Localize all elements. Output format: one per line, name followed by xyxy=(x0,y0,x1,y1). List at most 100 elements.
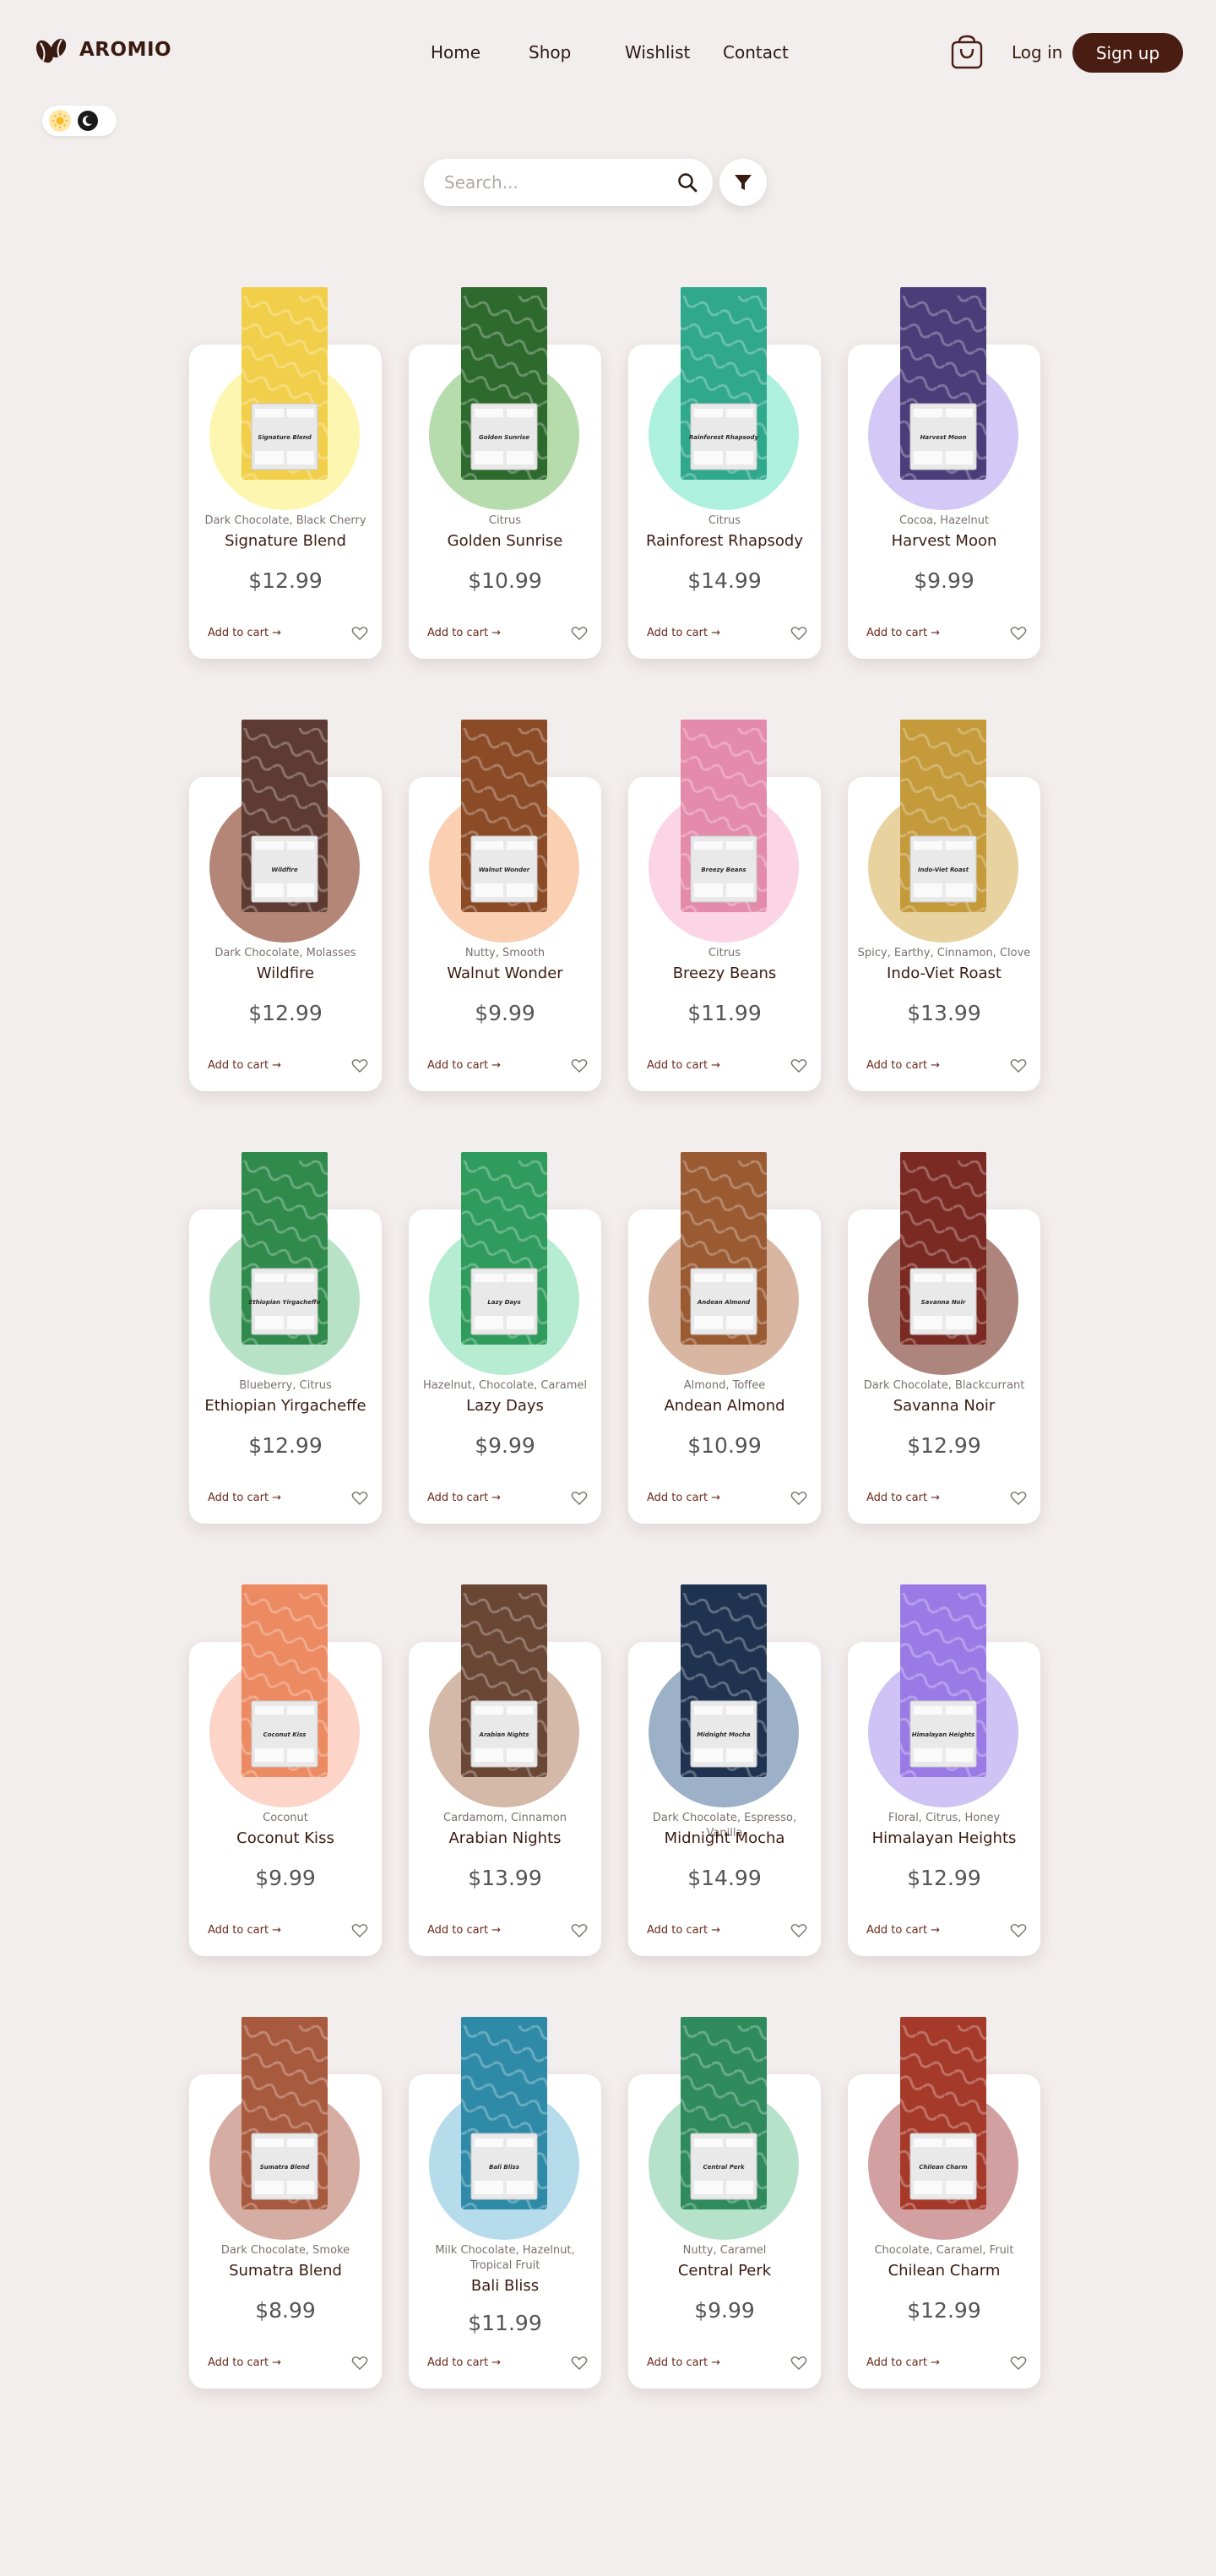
product-card[interactable]: Savanna Noir Dark Chocolate, Blackcurran… xyxy=(848,1152,1040,1524)
add-to-cart-button[interactable]: Add to cart → xyxy=(866,627,940,639)
add-to-cart-button[interactable]: Add to cart → xyxy=(427,1492,501,1504)
heart-icon[interactable] xyxy=(351,626,368,641)
product-card[interactable]: Andean Almond Almond, Toffee Andean Almo… xyxy=(628,1152,821,1524)
product-card[interactable]: Lazy Days Hazelnut, Chocolate, Caramel L… xyxy=(409,1152,601,1524)
product-card[interactable]: Wildfire Dark Chocolate, Molasses Wildfi… xyxy=(189,720,382,1091)
heart-icon[interactable] xyxy=(571,1058,588,1073)
signup-button[interactable]: Sign up xyxy=(1072,33,1183,73)
product-name[interactable]: Midnight Mocha xyxy=(628,1829,821,1848)
product-name[interactable]: Savanna Noir xyxy=(848,1397,1040,1416)
product-name[interactable]: Central Perk xyxy=(628,2262,821,2280)
add-to-cart-button[interactable]: Add to cart → xyxy=(208,1924,281,1937)
product-card[interactable]: Ethiopian Yirgacheffe Blueberry, Citrus … xyxy=(189,1152,382,1524)
product-card[interactable]: Breezy Beans Citrus Breezy Beans $11.99 … xyxy=(628,720,821,1091)
product-card[interactable]: Bali Bliss Milk Chocolate, Hazelnut, Tro… xyxy=(409,2017,601,2389)
product-card[interactable]: Signature Blend Dark Chocolate, Black Ch… xyxy=(189,287,382,659)
flavor-notes: Citrus xyxy=(708,514,741,527)
search-input[interactable] xyxy=(444,171,664,194)
heart-icon[interactable] xyxy=(571,626,588,641)
product-name[interactable]: Golden Sunrise xyxy=(409,532,601,551)
brand-logo[interactable]: AROMIO xyxy=(34,34,171,66)
nav-wishlist[interactable]: Wishlist xyxy=(625,42,690,62)
heart-icon[interactable] xyxy=(1010,2356,1027,2371)
product-price: $14.99 xyxy=(687,1866,762,1890)
nav-home[interactable]: Home xyxy=(431,42,480,62)
add-to-cart-button[interactable]: Add to cart → xyxy=(647,1924,720,1937)
heart-icon[interactable] xyxy=(790,1058,807,1073)
flavor-notes: Floral, Citrus, Honey xyxy=(888,1812,1001,1824)
product-name[interactable]: Rainforest Rhapsody xyxy=(628,532,821,551)
add-to-cart-button[interactable]: Add to cart → xyxy=(208,627,281,639)
product-card[interactable]: Walnut Wonder Nutty, Smooth Walnut Wonde… xyxy=(409,720,601,1091)
heart-icon[interactable] xyxy=(1010,1058,1027,1073)
add-to-cart-button[interactable]: Add to cart → xyxy=(647,2356,720,2369)
product-card[interactable]: Central Perk Nutty, Caramel Central Perk… xyxy=(628,2017,821,2389)
theme-toggle[interactable] xyxy=(42,106,117,136)
add-to-cart-button[interactable]: Add to cart → xyxy=(208,1059,281,1072)
product-card[interactable]: Coconut Kiss Coconut Coconut Kiss $9.99 … xyxy=(189,1584,382,1956)
heart-icon[interactable] xyxy=(1010,626,1027,641)
add-to-cart-button[interactable]: Add to cart → xyxy=(647,1059,720,1072)
product-card[interactable]: Himalayan Heights Floral, Citrus, Honey … xyxy=(848,1584,1040,1956)
product-name[interactable]: Walnut Wonder xyxy=(409,965,601,983)
product-name[interactable]: Breezy Beans xyxy=(628,965,821,983)
add-to-cart-button[interactable]: Add to cart → xyxy=(647,627,720,639)
heart-icon[interactable] xyxy=(790,626,807,641)
product-name[interactable]: Signature Blend xyxy=(189,532,382,551)
filter-button[interactable] xyxy=(719,159,767,206)
search-icon[interactable] xyxy=(677,172,698,193)
heart-icon[interactable] xyxy=(351,1491,368,1506)
product-name[interactable]: Lazy Days xyxy=(409,1397,601,1416)
product-name[interactable]: Arabian Nights xyxy=(409,1829,601,1848)
product-card[interactable]: Golden Sunrise Citrus Golden Sunrise $10… xyxy=(409,287,601,659)
heart-icon[interactable] xyxy=(571,1923,588,1938)
heart-icon[interactable] xyxy=(790,2356,807,2371)
product-card[interactable]: Arabian Nights Cardamom, Cinnamon Arabia… xyxy=(409,1584,601,1956)
product-name[interactable]: Andean Almond xyxy=(628,1397,821,1416)
add-to-cart-button[interactable]: Add to cart → xyxy=(866,1059,940,1072)
add-to-cart-button[interactable]: Add to cart → xyxy=(208,1492,281,1504)
flavor-notes: Citrus xyxy=(488,514,522,527)
product-name[interactable]: Chilean Charm xyxy=(848,2262,1040,2280)
heart-icon[interactable] xyxy=(351,2356,368,2371)
product-name[interactable]: Bali Bliss xyxy=(409,2277,601,2296)
product-card[interactable]: Chilean Charm Chocolate, Caramel, Fruit … xyxy=(848,2017,1040,2389)
product-name[interactable]: Wildfire xyxy=(189,965,382,983)
product-card[interactable]: Sumatra Blend Dark Chocolate, Smoke Suma… xyxy=(189,2017,382,2389)
shopping-bag-icon[interactable] xyxy=(949,34,985,71)
nav-contact[interactable]: Contact xyxy=(723,42,789,62)
login-link[interactable]: Log in xyxy=(1012,42,1062,62)
product-name[interactable]: Himalayan Heights xyxy=(848,1829,1040,1848)
product-card[interactable]: Midnight Mocha Dark Chocolate, Espresso,… xyxy=(628,1584,821,1956)
heart-icon[interactable] xyxy=(351,1923,368,1938)
add-to-cart-button[interactable]: Add to cart → xyxy=(866,2356,940,2369)
product-card[interactable]: Indo-Viet Roast Spicy, Earthy, Cinnamon,… xyxy=(848,720,1040,1091)
heart-icon[interactable] xyxy=(1010,1923,1027,1938)
heart-icon[interactable] xyxy=(571,1491,588,1506)
add-to-cart-button[interactable]: Add to cart → xyxy=(427,2356,501,2369)
product-price: $12.99 xyxy=(248,1433,323,1458)
heart-icon[interactable] xyxy=(790,1923,807,1938)
heart-icon[interactable] xyxy=(1010,1491,1027,1506)
add-to-cart-button[interactable]: Add to cart → xyxy=(427,1059,501,1072)
nav-shop[interactable]: Shop xyxy=(529,42,571,62)
product-name[interactable]: Sumatra Blend xyxy=(189,2262,382,2280)
add-to-cart-button[interactable]: Add to cart → xyxy=(427,627,501,639)
bag-label: Breezy Beans xyxy=(701,867,746,873)
product-price: $9.99 xyxy=(914,568,974,593)
product-name[interactable]: Harvest Moon xyxy=(848,532,1040,551)
product-card[interactable]: Harvest Moon Cocoa, Hazelnut Harvest Moo… xyxy=(848,287,1040,659)
product-card[interactable]: Rainforest Rhapsody Citrus Rainforest Rh… xyxy=(628,287,821,659)
add-to-cart-button[interactable]: Add to cart → xyxy=(427,1924,501,1937)
heart-icon[interactable] xyxy=(790,1491,807,1506)
add-to-cart-button[interactable]: Add to cart → xyxy=(866,1492,940,1504)
product-name[interactable]: Indo-Viet Roast xyxy=(848,965,1040,983)
heart-icon[interactable] xyxy=(571,2356,588,2371)
add-to-cart-button[interactable]: Add to cart → xyxy=(647,1492,720,1504)
product-name[interactable]: Ethiopian Yirgacheffe xyxy=(189,1397,382,1416)
product-name[interactable]: Coconut Kiss xyxy=(189,1829,382,1848)
add-to-cart-button[interactable]: Add to cart → xyxy=(208,2356,281,2369)
flavor-notes: Cocoa, Hazelnut xyxy=(898,514,990,527)
heart-icon[interactable] xyxy=(351,1058,368,1073)
add-to-cart-button[interactable]: Add to cart → xyxy=(866,1924,940,1937)
